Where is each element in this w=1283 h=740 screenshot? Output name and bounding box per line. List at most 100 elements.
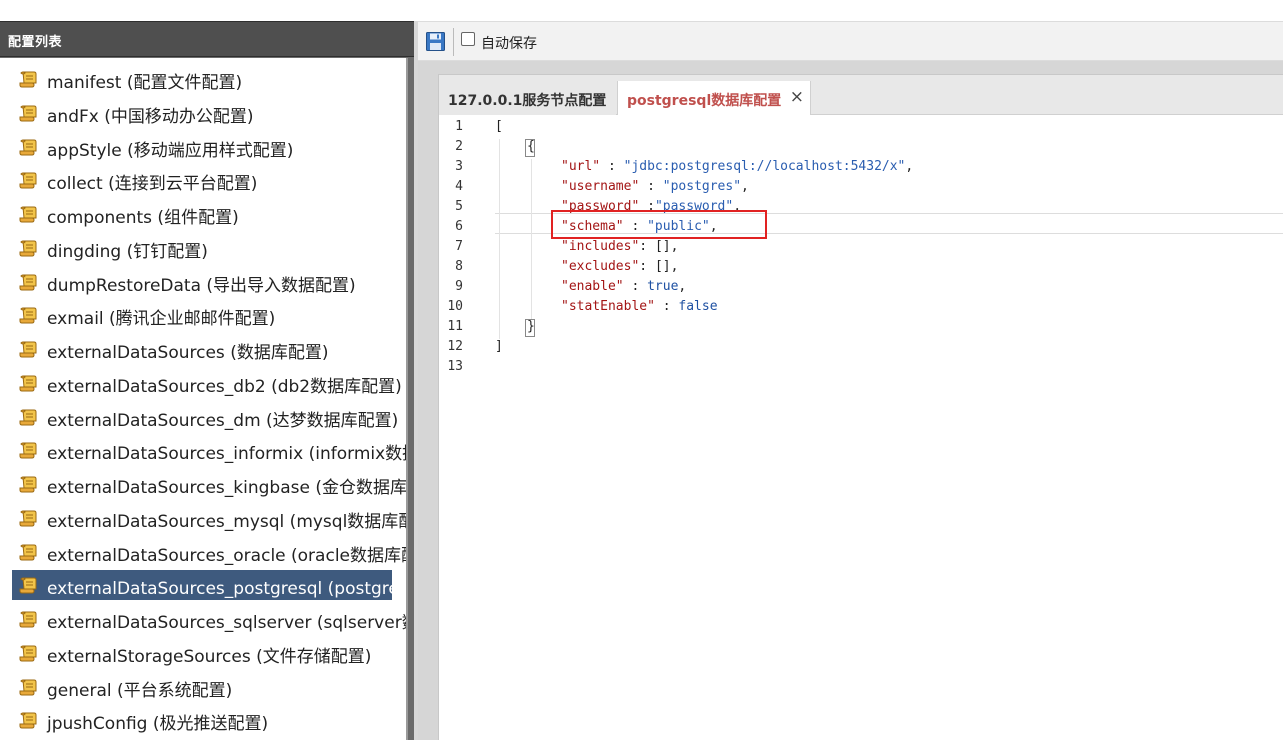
line-number: 3	[455, 159, 463, 174]
line-number: 13	[447, 359, 463, 374]
scroll-icon	[19, 274, 37, 290]
indent-guide	[499, 139, 500, 339]
config-list-item[interactable]: externalDataSources_db2 (db2数据库配置)	[12, 368, 406, 398]
line-number: 11	[447, 319, 463, 334]
line-number: 1	[455, 119, 463, 134]
code-line-9: "enable" : true,	[561, 279, 687, 294]
code-line-3: "url" : "jdbc:postgresql://localhost:543…	[561, 159, 914, 174]
config-list-item[interactable]: collect (连接到云平台配置)	[12, 165, 406, 195]
scroll-icon	[19, 375, 37, 392]
code-line-8: "excludes": [],	[561, 259, 679, 274]
code-line-11: }	[527, 319, 535, 334]
line-number: 2	[455, 139, 463, 154]
config-list-item[interactable]: dingding (钉钉配置)	[12, 233, 406, 263]
code-line-7: "includes": [],	[561, 239, 679, 254]
line-number: 5	[455, 199, 463, 214]
config-list-item[interactable]: dumpRestoreData (导出导入数据配置)	[12, 267, 406, 297]
tab-label: 127.0.0.1服务节点配置	[448, 93, 607, 109]
tab-postgresql-config[interactable]: postgresql数据库配置 ×	[617, 81, 811, 115]
code-line-4: "username" : "postgres",	[561, 179, 749, 194]
editor-toolbar: 自动保存	[418, 21, 1283, 61]
line-number: 6	[455, 219, 463, 234]
scroll-icon	[19, 172, 37, 189]
line-number: 4	[455, 179, 463, 194]
scroll-icon	[19, 712, 37, 729]
toolbar-separator	[453, 28, 454, 56]
scroll-icon	[19, 577, 37, 594]
config-list-item-label: components (组件配置)	[47, 208, 239, 228]
tab-node-config[interactable]: 127.0.0.1服务节点配置	[439, 81, 616, 115]
config-list-item[interactable]: externalStorageSources (文件存储配置)	[12, 638, 406, 668]
autosave-checkbox[interactable]	[461, 32, 475, 46]
config-list-item-label: general (平台系统配置)	[47, 680, 233, 701]
config-list-header: 配置列表	[0, 21, 414, 57]
save-icon[interactable]	[426, 32, 445, 51]
editor-area: 127.0.0.1服务节点配置 postgresql数据库配置 × 123456…	[418, 61, 1283, 740]
config-list-item[interactable]: jpushConfig (极光推送配置)	[12, 705, 406, 735]
scroll-icon	[19, 307, 37, 324]
config-list-item[interactable]: externalDataSources_postgresql (postgres…	[12, 570, 392, 601]
config-list-item-label: dingding (钉钉配置)	[47, 241, 208, 262]
config-list-item[interactable]: externalDataSources_oracle (oracle数据库配置)	[12, 537, 406, 567]
config-list: manifest (配置文件配置) andFx (中国移动办公配置) appStyl…	[0, 58, 408, 740]
code-editor[interactable]: 1 2 3 4 5 6 7 8 9 10 11 12 13 [ { "url" : "jdbc:post…	[439, 115, 1283, 740]
config-list-item-label: externalDataSources_postgresql (postgres…	[47, 579, 392, 600]
code-line-10: "statEnable" : false	[561, 299, 718, 314]
config-list-item[interactable]: externalDataSources_dm (达梦数据库配置)	[12, 402, 406, 432]
scroll-icon	[19, 105, 37, 122]
config-list-item-label: externalDataSources_sqlserver (sqlserver…	[47, 613, 406, 633]
config-list-item[interactable]: externalDataSources (数据库配置)	[12, 334, 406, 364]
scroll-icon	[19, 240, 37, 257]
indent-guide	[531, 159, 532, 319]
scroll-icon	[19, 645, 37, 662]
config-list-item[interactable]: appStyle (移动端应用样式配置)	[12, 132, 406, 162]
scroll-icon	[19, 442, 37, 459]
config-list-item-label: collect (连接到云平台配置)	[47, 174, 258, 195]
config-list-item[interactable]: exmail (腾讯企业邮邮件配置)	[12, 300, 406, 330]
config-list-item-label: appStyle (移动端应用样式配置)	[47, 140, 294, 161]
config-list-title: 配置列表	[8, 35, 63, 50]
line-number-gutter: 1 2 3 4 5 6 7 8 9 10 11 12 13	[439, 115, 483, 740]
config-list-item-label: externalDataSources_mysql (mysql数据库配置)	[47, 511, 406, 532]
line-number: 9	[455, 279, 463, 294]
config-list-item[interactable]: andFx (中国移动办公配置)	[12, 98, 406, 128]
scroll-icon	[19, 476, 37, 493]
code-line-12: ]	[495, 339, 503, 354]
config-list-item[interactable]: general (平台系统配置)	[12, 672, 406, 702]
scroll-icon	[19, 71, 37, 88]
config-list-item[interactable]: externalDataSources_kingbase (金仓数据库配置)	[12, 469, 406, 499]
editor-tabs: 127.0.0.1服务节点配置 postgresql数据库配置 ×	[439, 75, 1283, 115]
config-list-item[interactable]: externalDataSources_informix (informix数据…	[12, 435, 406, 465]
config-list-item-label: externalDataSources_db2 (db2数据库配置)	[47, 376, 402, 397]
config-list-item-label: externalDataSources_oracle (oracle数据库配置)	[47, 545, 406, 566]
scroll-icon	[19, 611, 37, 628]
highlight-box	[551, 210, 767, 239]
config-list-item-label: jpushConfig (极光推送配置)	[47, 714, 269, 735]
config-list-item-label: externalDataSources_kingbase (金仓数据库配置)	[47, 478, 406, 498]
line-number: 12	[447, 339, 463, 354]
config-list-item-label: externalDataSources_dm (达梦数据库配置)	[47, 410, 399, 431]
config-list-item[interactable]: manifest (配置文件配置)	[12, 64, 406, 94]
scroll-icon	[19, 544, 37, 560]
config-list-item[interactable]: externalDataSources_mysql (mysql数据库配置)	[12, 503, 406, 533]
editor-frame: 127.0.0.1服务节点配置 postgresql数据库配置 × 123456…	[438, 74, 1283, 740]
scroll-icon	[19, 206, 37, 223]
scroll-icon	[19, 139, 37, 155]
line-number: 7	[455, 239, 463, 254]
code-line-1: [	[495, 119, 503, 134]
config-list-panel: 配置列表 manifest (配置文件配置) andFx (中国移动办公配置) ap…	[0, 21, 414, 740]
code-line-2: {	[527, 139, 535, 154]
tab-label: postgresql数据库配置	[627, 93, 782, 109]
config-list-item-label: externalDataSources_informix (informix数据…	[47, 444, 406, 465]
close-icon[interactable]: ×	[790, 87, 804, 107]
config-list-item-label: andFx (中国移动办公配置)	[47, 106, 254, 127]
config-list-item-label: externalStorageSources (文件存储配置)	[47, 646, 372, 667]
config-list-item-label: dumpRestoreData (导出导入数据配置)	[47, 275, 356, 296]
config-list-item[interactable]: components (组件配置)	[12, 199, 406, 229]
config-list-item-label: externalDataSources (数据库配置)	[47, 343, 329, 363]
scroll-icon	[19, 510, 37, 527]
line-number: 10	[447, 299, 463, 314]
config-list-item[interactable]: externalDataSources_sqlserver (sqlserver…	[12, 604, 406, 634]
config-list-item-label: exmail (腾讯企业邮邮件配置)	[47, 309, 276, 330]
config-list-item-label: manifest (配置文件配置)	[47, 73, 243, 93]
